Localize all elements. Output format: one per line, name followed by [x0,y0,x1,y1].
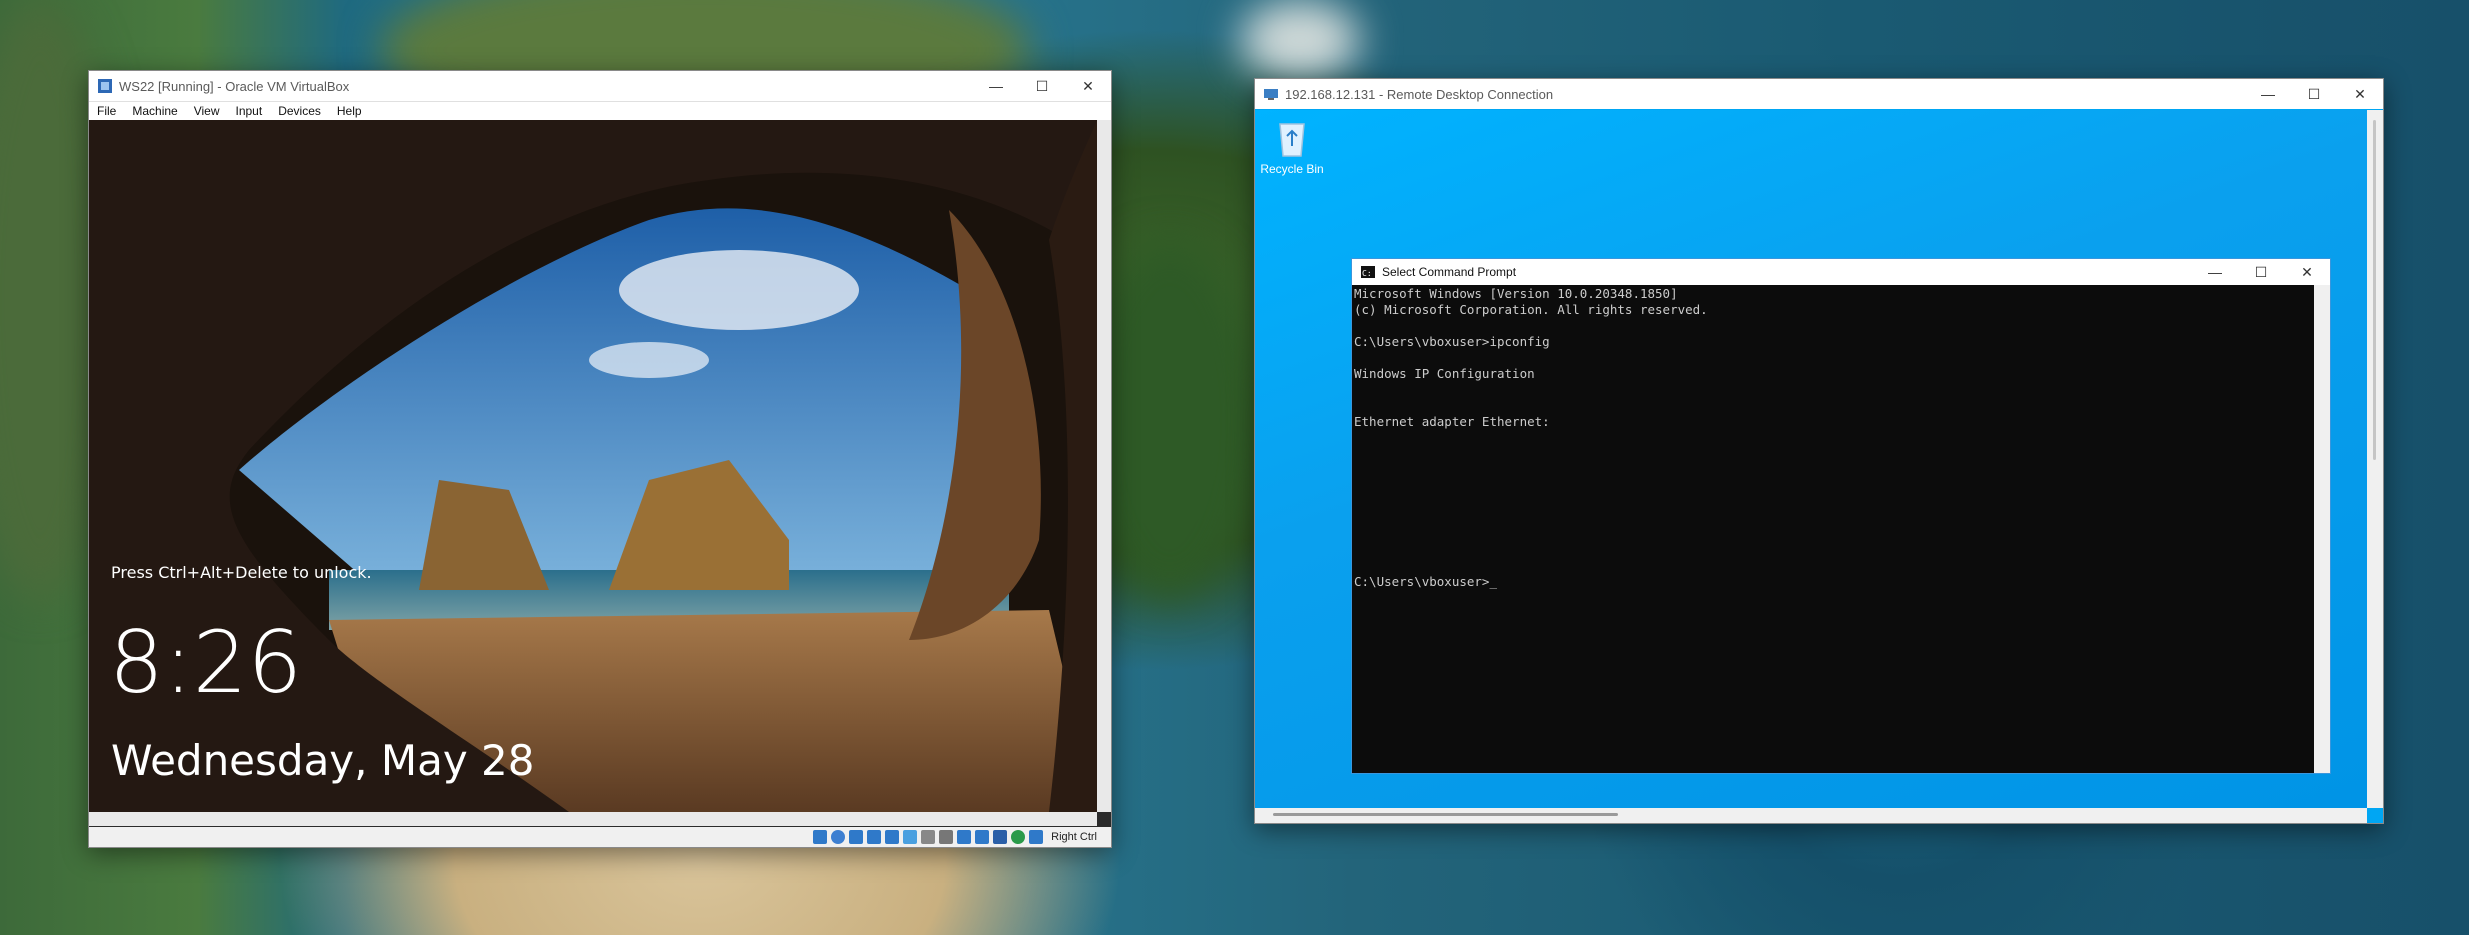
lock-clock: 8:26 [109,613,303,713]
command-prompt-window[interactable]: C: Select Command Prompt — ☐ ✕ Microsoft… [1351,258,2331,774]
host-key-icon[interactable] [1029,830,1044,844]
mouse-integration-icon[interactable] [975,830,990,844]
rdp-horizontal-thumb[interactable] [1273,813,1618,816]
remote-desktop-area[interactable]: Recycle Bin C: Select Command Prompt — ☐… [1255,110,2367,808]
usb-icon[interactable] [885,830,900,844]
video-capture-icon[interactable] [939,830,954,844]
close-button[interactable]: ✕ [2337,79,2383,109]
recycle-bin-label: Recycle Bin [1260,162,1324,176]
vbox-statusbar: Right Ctrl [89,827,1111,847]
keyboard-icon[interactable] [993,830,1008,844]
close-button[interactable]: ✕ [2284,259,2330,285]
maximize-button[interactable]: ☐ [2291,79,2337,109]
virtualbox-icon [97,78,113,94]
menu-view[interactable]: View [186,104,228,118]
close-button[interactable]: ✕ [1065,71,1111,101]
menu-file[interactable]: File [89,104,124,118]
rdp-titlebar[interactable]: 192.168.12.131 - Remote Desktop Connecti… [1255,79,2383,109]
audio-icon[interactable] [849,830,864,844]
vbox-menubar: File Machine View Input Devices Help [89,101,1111,120]
virtualbox-window[interactable]: WS22 [Running] - Oracle VM VirtualBox — … [88,70,1112,848]
recycle-bin-shortcut[interactable]: Recycle Bin [1257,118,1327,176]
console-icon: C: [1360,264,1376,280]
minimize-button[interactable]: — [2245,79,2291,109]
network-icon[interactable] [867,830,882,844]
maximize-button[interactable]: ☐ [2238,259,2284,285]
cmd-window-title: Select Command Prompt [1382,265,1517,279]
recycle-bin-icon [1274,118,1310,158]
svg-text:C:: C: [1362,269,1372,278]
lock-date: Wednesday, May 28 [111,736,535,785]
rdp-vertical-thumb[interactable] [2373,120,2376,460]
console-line: Ethernet adapter Ethernet: [1354,414,1550,429]
remote-desktop-icon [1263,86,1279,102]
remote-desktop-window[interactable]: 192.168.12.131 - Remote Desktop Connecti… [1254,78,2384,824]
minimize-button[interactable]: — [973,71,1019,101]
hard-disk-icon[interactable] [813,830,828,844]
vbox-window-title: WS22 [Running] - Oracle VM VirtualBox [119,78,350,94]
rdp-window-title: 192.168.12.131 - Remote Desktop Connecti… [1285,86,1554,102]
menu-machine[interactable]: Machine [124,104,185,118]
console-line: C:\Users\vboxuser>ipconfig [1354,334,1550,349]
console-line: Microsoft Windows [Version 10.0.20348.18… [1354,286,1678,301]
desktop-surf [1240,0,1360,80]
console-line: C:\Users\vboxuser>_ [1354,574,1497,589]
vm-display[interactable]: Press Ctrl+Alt+Delete to unlock. 8:26 We… [89,120,1097,812]
rdp-horizontal-scrollbar[interactable] [1255,808,2367,823]
maximize-button[interactable]: ☐ [1019,71,1065,101]
unlock-hint: Press Ctrl+Alt+Delete to unlock. [111,563,372,582]
cmd-titlebar[interactable]: C: Select Command Prompt — ☐ ✕ [1352,259,2330,285]
host-key-label: Right Ctrl [1051,831,1097,843]
console-line: Windows IP Configuration [1354,366,1535,381]
console-output[interactable]: Microsoft Windows [Version 10.0.20348.18… [1352,285,2314,773]
rdp-vertical-scrollbar[interactable] [2367,110,2383,808]
menu-help[interactable]: Help [329,104,370,118]
optical-drive-icon[interactable] [831,830,846,844]
menu-devices[interactable]: Devices [270,104,329,118]
console-line: (c) Microsoft Corporation. All rights re… [1354,302,1708,317]
shared-folders-icon[interactable] [903,830,918,844]
menu-input[interactable]: Input [228,104,271,118]
minimize-button[interactable]: — [2192,259,2238,285]
cmd-scrollbar[interactable] [2314,285,2330,773]
display-icon[interactable] [921,830,936,844]
vm-vertical-scrollbar[interactable] [1097,120,1111,812]
vm-horizontal-scrollbar[interactable] [89,812,1097,826]
vbox-titlebar[interactable]: WS22 [Running] - Oracle VM VirtualBox — … [89,71,1111,101]
cpu-icon[interactable] [957,830,972,844]
status-green-icon[interactable] [1011,830,1026,844]
